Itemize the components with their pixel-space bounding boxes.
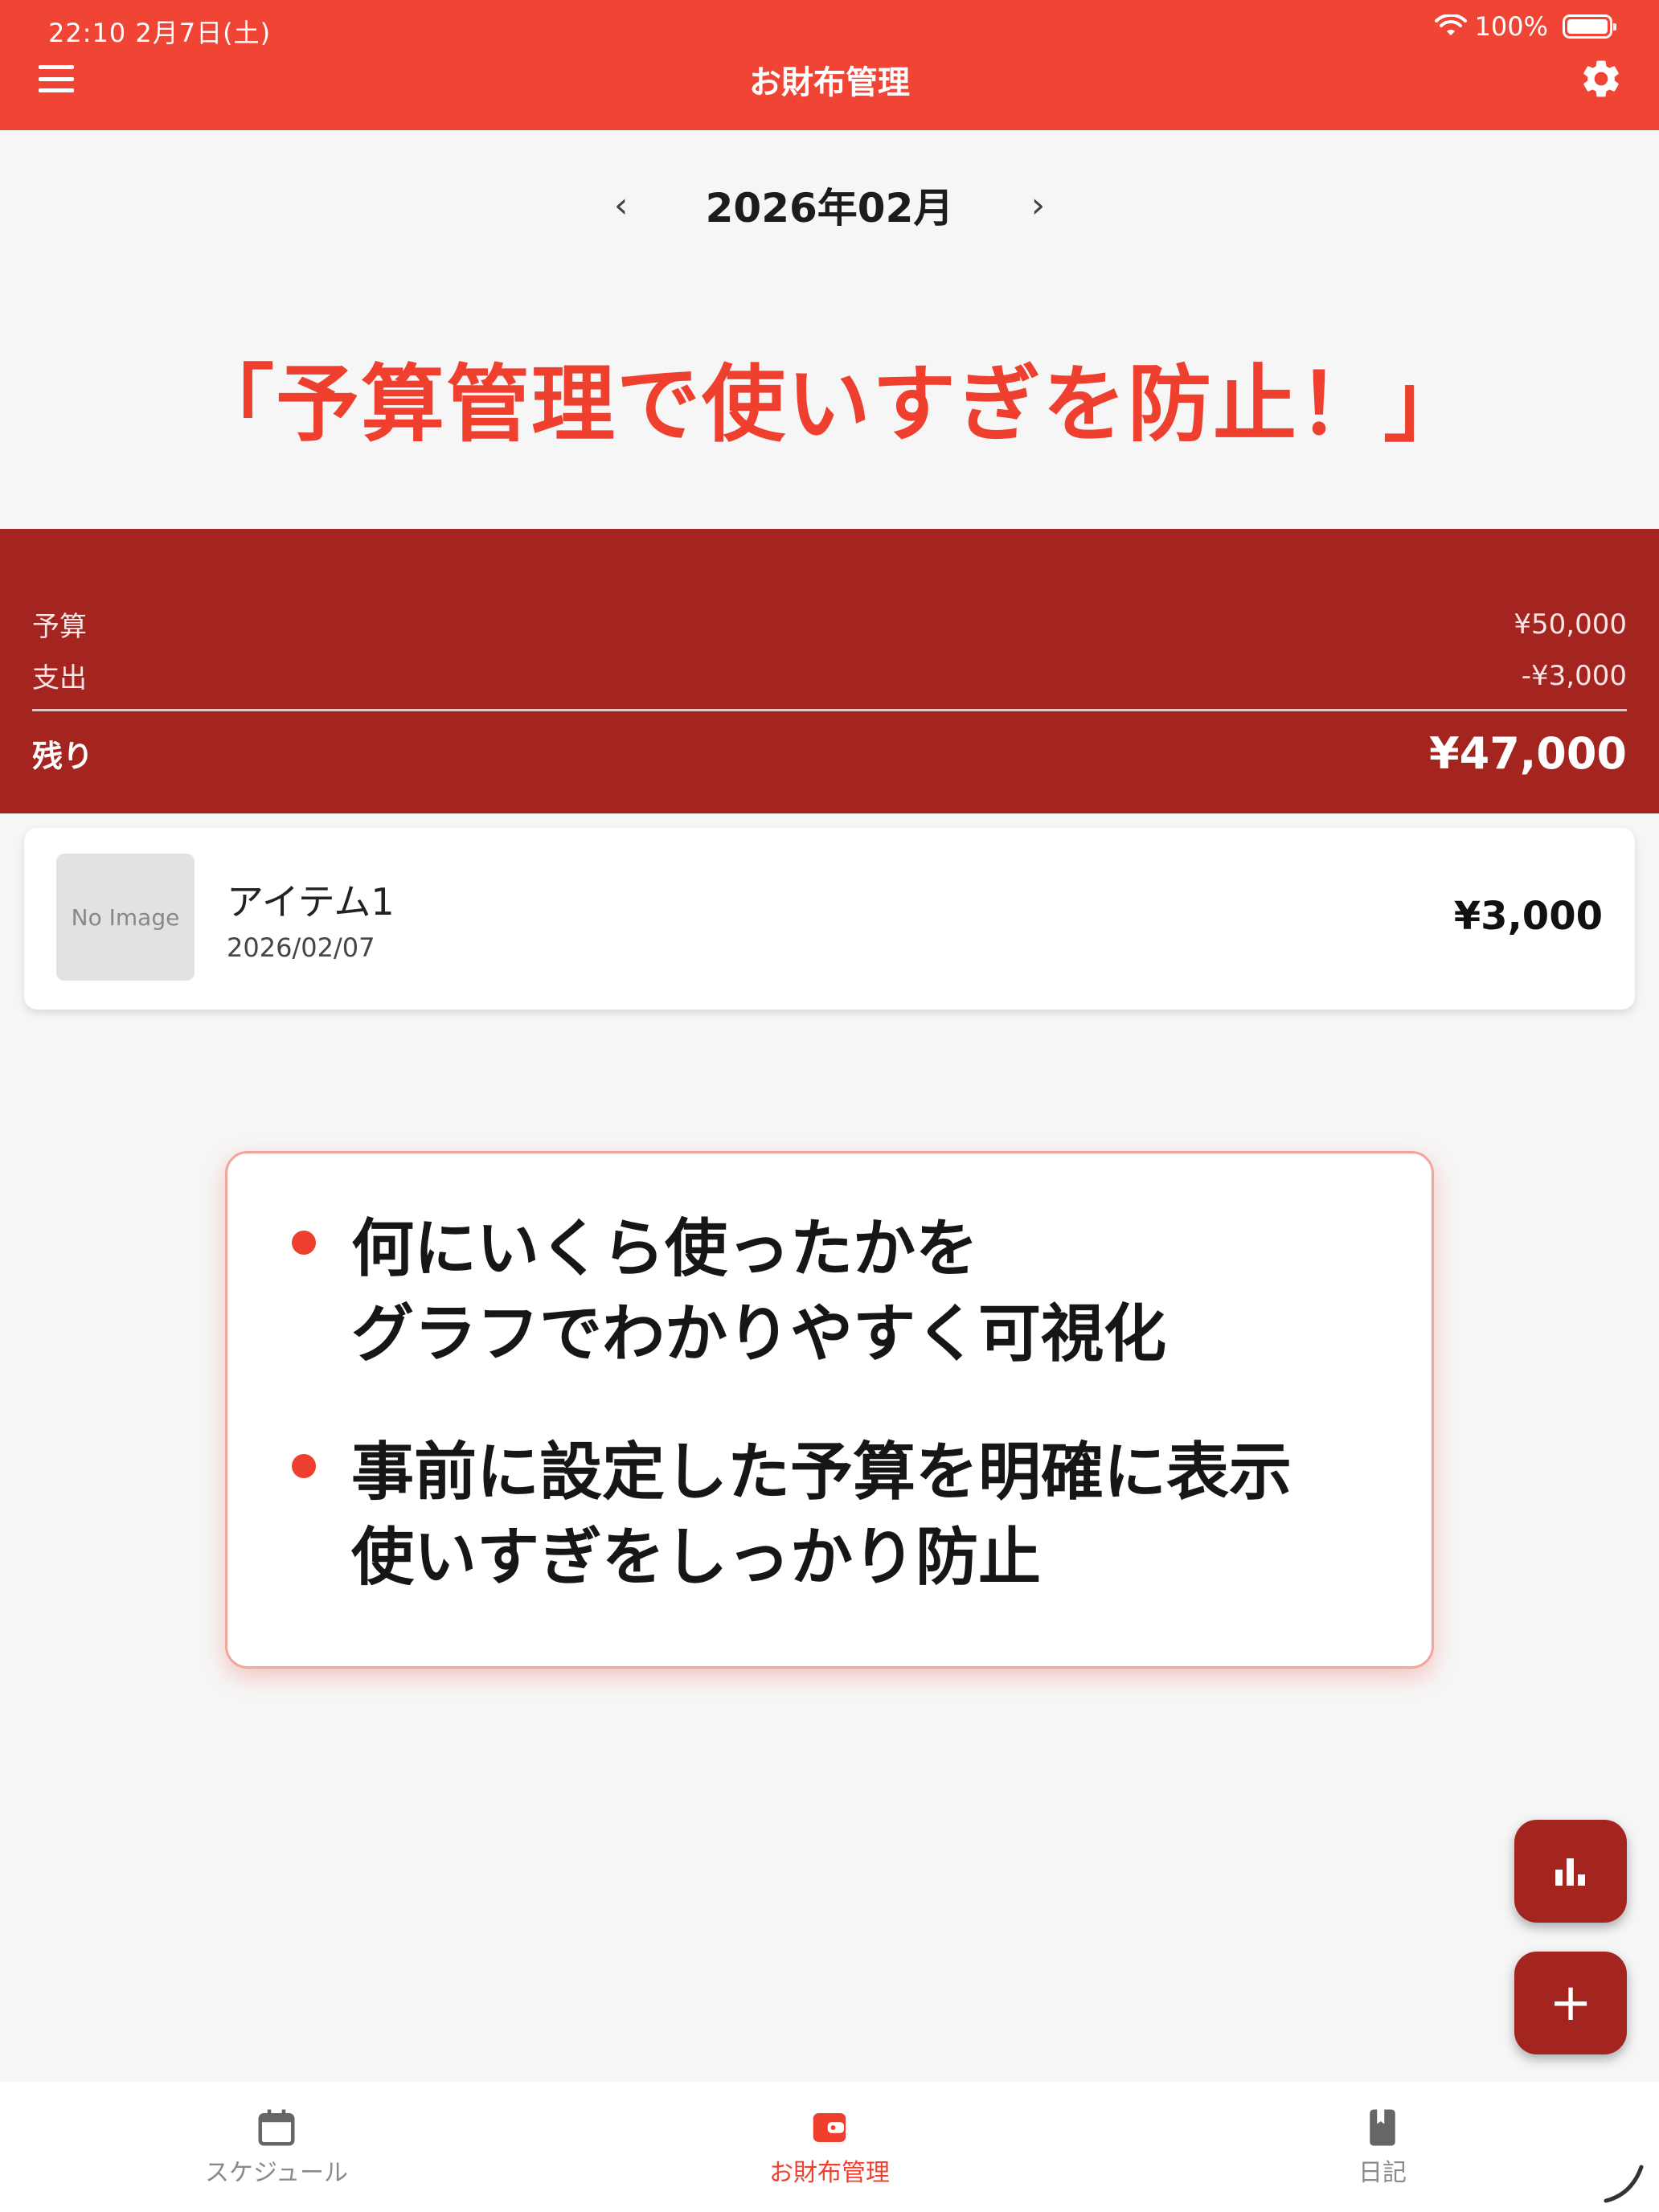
tab-diary-label: 日記 [1358,2159,1407,2187]
book-icon [1370,2109,1395,2146]
wallet-icon [813,2113,846,2142]
expense-label: 支出 [32,662,87,694]
item-date: 2026/02/07 [227,932,375,963]
item-name: アイテム1 [227,880,395,924]
feature-text: 使いすぎをしっかり防止 [351,1522,1042,1594]
remaining-row: 残り ¥47,000 [32,728,1627,779]
feature-text: 何にいくら使ったかを [351,1213,979,1285]
bottom-navigation: スケジュール お財布管理 日記 [0,2082,1659,2212]
item-thumbnail: No Image [56,854,195,981]
chart-button[interactable] [1514,1820,1627,1923]
calendar-icon [258,2109,295,2146]
next-month-button[interactable]: › [1002,169,1074,241]
remaining-value: ¥47,000 [1429,728,1627,779]
feature-text: グラフでわかりやすく可視化 [351,1298,1167,1370]
bullet-dot [292,1454,316,1478]
wifi-icon [1434,14,1467,35]
list-item[interactable]: No Image アイテム1 2026/02/07 ¥3,000 [24,828,1635,1010]
feature-text: 事前に設定した予算を明確に表示 [351,1436,1292,1509]
summary-divider [32,709,1627,711]
feature-callout: 何にいくら使ったかを グラフでわかりやすく可視化 事前に設定した予算を明確に表示… [225,1151,1434,1669]
page-title: お財布管理 [749,64,910,101]
tab-diary[interactable]: 日記 [1106,2082,1659,2212]
tab-schedule[interactable]: スケジュール [0,2082,553,2212]
item-amount: ¥3,000 [1453,894,1603,939]
feature-bullet: 事前に設定した予算を明確に表示 使いすぎをしっかり防止 [292,1430,1292,1600]
bullet-dot [292,1231,316,1255]
bar-chart-icon [1555,1858,1585,1886]
budget-label: 予算 [32,611,87,643]
budget-value: ¥50,000 [1514,608,1627,641]
status-indicators: 100% [1434,11,1616,42]
expense-value: -¥3,000 [1521,659,1627,692]
month-label: 2026年02月 [705,185,954,231]
promo-headline: 「予算管理で使いすぎを防止！」 [190,355,1469,453]
tab-wallet[interactable]: お財布管理 [553,2082,1106,2212]
tab-schedule-label: スケジュール [205,2159,348,2187]
status-time: 22:10 2月7日(土) [48,18,272,48]
gear-icon[interactable] [1579,56,1624,101]
month-selector: ‹ 2026年02月 › [0,169,1659,241]
feature-bullet: 何にいくら使ったかを グラフでわかりやすく可視化 [292,1206,1166,1377]
resize-handle-icon [1604,2165,1644,2203]
battery-percent: 100% [1474,11,1548,42]
expense-row: 支出 -¥3,000 [32,656,1627,695]
tab-wallet-label: お財布管理 [769,2159,890,2187]
budget-row: 予算 ¥50,000 [32,604,1627,644]
app-bar: 22:10 2月7日(土) 100% お財布管理 [0,0,1659,130]
prev-month-button[interactable]: ‹ [585,169,657,241]
remaining-label: 残り [32,739,94,774]
battery-icon [1563,14,1616,39]
add-item-button[interactable]: + [1514,1952,1627,2054]
